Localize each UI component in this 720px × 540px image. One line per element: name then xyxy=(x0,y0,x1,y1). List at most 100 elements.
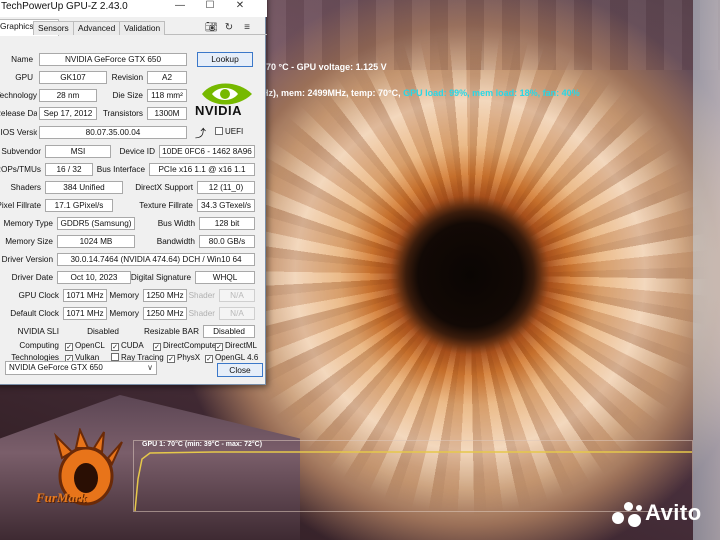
directml-checkbox[interactable]: ✓ DirectML xyxy=(215,341,257,351)
gpu-select-value: NVIDIA GeForce GTX 650 xyxy=(9,363,103,372)
directx-field: 12 (11_0) xyxy=(197,181,255,194)
subvendor-label: Subvendor xyxy=(1,147,41,156)
default-memory-field: 1250 MHz xyxy=(143,307,187,320)
bus-interface-field: PCIe x16 1.1 @ x16 1.1 xyxy=(149,163,255,176)
bus-width-label: Bus Width xyxy=(157,219,195,228)
desktop-edge xyxy=(693,0,720,540)
osd-mem-temp: Hz), mem: 2499MHz, temp: 70°C, xyxy=(262,88,404,98)
die-size-label: Die Size xyxy=(112,91,144,100)
memory-clock-label: Memory xyxy=(109,291,139,300)
default-shader-label: Shader xyxy=(188,309,215,318)
osd-gpu-stats: Hz), mem: 2499MHz, temp: 70°C, GPU load:… xyxy=(262,88,580,98)
lookup-button[interactable]: Lookup xyxy=(197,52,253,67)
minimize-button[interactable]: — xyxy=(171,0,189,14)
tab-validation[interactable]: Validation xyxy=(119,21,166,35)
title-bar[interactable]: TechPowerUp GPU-Z 2.43.0 — ☐ ✕ xyxy=(0,0,267,17)
digital-signature-field: WHQL xyxy=(195,271,255,284)
chevron-down-icon: ∨ xyxy=(147,363,153,372)
bus-interface-label: Bus Interface xyxy=(96,165,145,174)
gpu-field: GK107 xyxy=(39,71,107,84)
shader-clock-field: N/A xyxy=(219,289,255,302)
uefi-checkbox[interactable]: UEFI xyxy=(215,127,243,136)
memory-type-field: GDDR5 (Samsung) xyxy=(57,217,135,230)
driver-date-label: Driver Date xyxy=(11,273,53,282)
rops-label: ROPs/TMUs xyxy=(0,165,41,174)
close-window-button[interactable]: ✕ xyxy=(231,0,249,14)
furmark-logo-text: FurMark xyxy=(36,490,87,505)
revision-field: A2 xyxy=(147,71,187,84)
bios-field: 80.07.35.00.04 xyxy=(39,126,187,139)
revision-label: Revision xyxy=(111,73,143,82)
name-field: NVIDIA GeForce GTX 650 xyxy=(39,53,187,66)
texture-fillrate-field: 34.3 GTexel/s xyxy=(197,199,255,212)
camera-icon[interactable]: 📷︎ xyxy=(205,22,218,34)
resizable-bar-field: Disabled xyxy=(203,325,255,338)
pixel-fillrate-label: Pixel Fillrate xyxy=(0,201,41,210)
close-button[interactable]: Close xyxy=(217,363,263,377)
computing-label: Computing xyxy=(19,341,59,350)
device-id-label: Device ID xyxy=(119,147,156,156)
name-label: Name xyxy=(11,55,33,64)
tab-advanced[interactable]: Advanced xyxy=(73,21,121,35)
share-icon[interactable]: ⤴ xyxy=(195,125,206,141)
device-id-field: 10DE 0FC6 - 1462 8A96 xyxy=(159,145,255,158)
driver-version-field: 30.0.14.7464 (NVIDIA 474.64) DCH / Win10… xyxy=(57,253,255,266)
window-title: TechPowerUp GPU-Z 2.43.0 xyxy=(1,1,128,12)
shaders-label: Shaders xyxy=(10,183,42,192)
shaders-field: 384 Unified xyxy=(45,181,123,194)
gpu-label: GPU xyxy=(15,73,33,82)
technology-label: Technology xyxy=(0,91,37,100)
nvidia-sli-label: NVIDIA SLI xyxy=(17,327,59,336)
texture-fillrate-label: Texture Fillrate xyxy=(139,201,193,210)
release-date-label: Release Date xyxy=(0,109,37,118)
uefi-label: UEFI xyxy=(225,127,244,136)
nvidia-sli-field: Disabled xyxy=(87,327,119,336)
bios-label: BIOS Version xyxy=(0,128,37,137)
temperature-graph-line xyxy=(134,451,692,512)
menu-icon[interactable]: ≡ xyxy=(241,22,253,34)
directcompute-checkbox[interactable]: ✓ DirectCompute xyxy=(153,341,216,351)
cuda-checkbox[interactable]: ✓ CUDA xyxy=(111,341,144,351)
bandwidth-field: 80.0 GB/s xyxy=(199,235,255,248)
default-memory-label: Memory xyxy=(109,309,139,318)
memory-size-field: 1024 MB xyxy=(57,235,135,248)
osd-load-fan: GPU load: 99%, mem load: 18%, fan: 40% xyxy=(403,88,580,98)
gpuz-window: TechPowerUp GPU-Z 2.43.0 — ☐ ✕ Graphics … xyxy=(0,0,267,385)
bus-width-field: 128 bit xyxy=(199,217,255,230)
avito-watermark: Avito xyxy=(612,500,702,527)
bandwidth-label: Bandwidth xyxy=(156,237,195,246)
die-size-field: 118 mm² xyxy=(147,89,187,102)
default-shader-field: N/A xyxy=(219,307,255,320)
driver-version-label: Driver Version xyxy=(1,255,53,264)
opengl-checkbox[interactable]: ✓ OpenGL 4.6 xyxy=(205,353,258,363)
shader-clock-label: Shader xyxy=(188,291,215,300)
maximize-button[interactable]: ☐ xyxy=(201,0,219,14)
transistors-field: 1300M xyxy=(147,107,187,120)
rops-field: 16 / 32 xyxy=(45,163,93,176)
memory-size-label: Memory Size xyxy=(5,237,53,246)
avito-word: Avito xyxy=(645,500,702,525)
tab-sensors[interactable]: Sensors xyxy=(33,21,74,35)
driver-date-field: Oct 10, 2023 xyxy=(57,271,131,284)
pixel-fillrate-field: 17.1 GPixel/s xyxy=(45,199,113,212)
transistors-label: Transistors xyxy=(102,109,143,118)
release-date-field: Sep 17, 2012 xyxy=(39,107,97,120)
directx-label: DirectX Support xyxy=(135,183,193,192)
digital-signature-label: Digital Signature xyxy=(130,273,191,282)
default-clock-label: Default Clock xyxy=(10,309,59,318)
memory-clock-field: 1250 MHz xyxy=(143,289,187,302)
osd-gpu-voltage: 70 °C - GPU voltage: 1.125 V xyxy=(266,62,387,72)
subvendor-field: MSI xyxy=(45,145,111,158)
avito-dots-icon xyxy=(612,500,642,527)
physx-checkbox[interactable]: ✓ PhysX xyxy=(167,353,200,363)
temperature-graph: GPU 1: 70°C (min: 39°C - max: 72°C) xyxy=(133,440,693,512)
gpu-clock-field: 1071 MHz xyxy=(63,289,107,302)
default-clock-field: 1071 MHz xyxy=(63,307,107,320)
gpu-clock-label: GPU Clock xyxy=(18,291,60,300)
refresh-icon[interactable]: ↻ xyxy=(223,22,235,34)
nvidia-wordmark: NVIDIA xyxy=(195,103,243,118)
opencl-checkbox[interactable]: ✓ OpenCL xyxy=(65,341,105,351)
memory-type-label: Memory Type xyxy=(3,219,53,228)
gpu-select-dropdown[interactable]: NVIDIA GeForce GTX 650 ∨ xyxy=(5,361,157,375)
technology-field: 28 nm xyxy=(39,89,97,102)
